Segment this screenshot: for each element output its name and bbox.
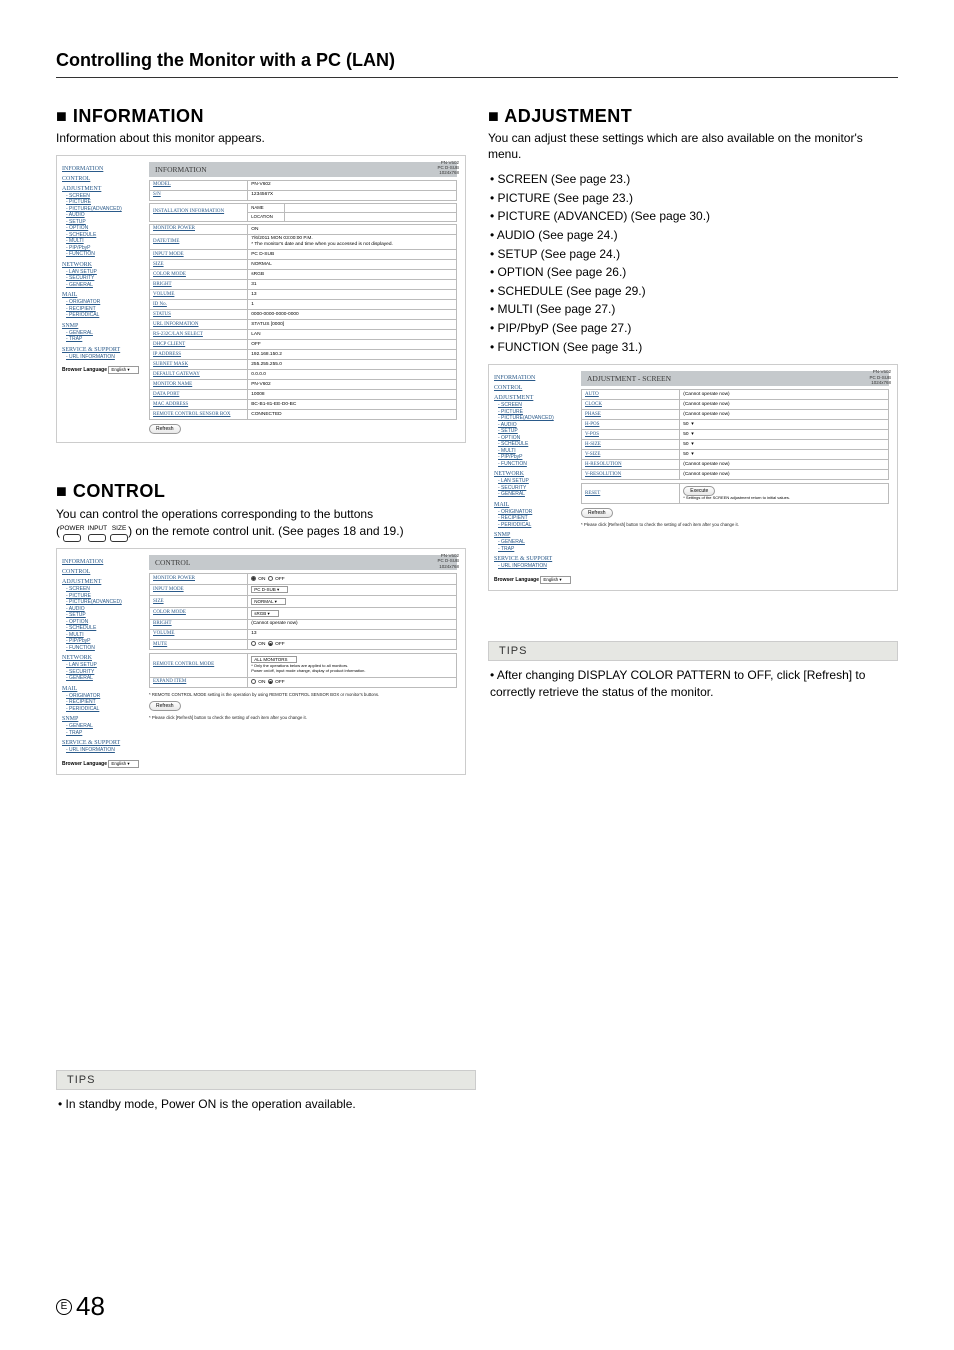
- control-heading: ■ CONTROL: [56, 481, 466, 502]
- sidebar-item[interactable]: MAIL: [62, 292, 140, 298]
- sidebar-item[interactable]: MAIL: [494, 502, 572, 508]
- sidebar-item[interactable]: - FUNCTION: [498, 461, 572, 468]
- control-description: You can control the operations correspon…: [56, 506, 466, 540]
- sidebar-item[interactable]: - TRAP: [66, 336, 140, 343]
- sidebar-item[interactable]: - FUNCTION: [66, 645, 140, 652]
- sidebar-item[interactable]: CONTROL: [62, 569, 140, 575]
- adjustment-bullet: PICTURE (See page 23.): [490, 189, 898, 208]
- page-number: E 48: [56, 1291, 105, 1322]
- panel-title-information: INFORMATION: [149, 162, 457, 177]
- adjustment-bullet: FUNCTION (See page 31.): [490, 338, 898, 357]
- adjustment-heading: ■ ADJUSTMENT: [488, 106, 898, 127]
- sidebar-item[interactable]: INFORMATION: [62, 559, 140, 565]
- page-title: Controlling the Monitor with a PC (LAN): [56, 50, 898, 71]
- sidebar-item[interactable]: SNMP: [494, 532, 572, 538]
- adjustment-bullet: MULTI (See page 27.): [490, 300, 898, 319]
- refresh-button[interactable]: Refresh: [581, 508, 613, 518]
- refresh-button[interactable]: Refresh: [149, 424, 181, 434]
- sidebar-item[interactable]: - PERIODICAL: [66, 706, 140, 713]
- sidebar-item[interactable]: CONTROL: [62, 176, 140, 182]
- tips-label: TIPS: [488, 641, 898, 661]
- sidebar-item[interactable]: - GENERAL: [66, 675, 140, 682]
- sidebar-item[interactable]: - GENERAL: [498, 491, 572, 498]
- sidebar-item[interactable]: INFORMATION: [62, 166, 140, 172]
- sidebar-item[interactable]: - TRAP: [66, 730, 140, 737]
- tips-left: TIPS In standby mode, Power ON is the op…: [56, 1070, 476, 1113]
- sidebar-item[interactable]: SERVICE & SUPPORT: [62, 347, 140, 353]
- sidebar-item[interactable]: SERVICE & SUPPORT: [494, 556, 572, 562]
- sidebar-item[interactable]: ADJUSTMENT: [62, 579, 140, 585]
- tips-right-body: After changing DISPLAY COLOR PATTERN to …: [490, 668, 865, 699]
- sidebar-item[interactable]: SERVICE & SUPPORT: [62, 740, 140, 746]
- sidebar-item[interactable]: NETWORK: [62, 655, 140, 661]
- control-panel: INFORMATIONCONTROLADJUSTMENT- SCREEN- PI…: [56, 548, 466, 775]
- refresh-button[interactable]: Refresh: [149, 701, 181, 711]
- sidebar-item[interactable]: NETWORK: [494, 471, 572, 477]
- panel-title-control: CONTROL: [149, 555, 457, 570]
- information-heading: ■ INFORMATION: [56, 106, 466, 127]
- sidebar-item[interactable]: - FUNCTION: [66, 251, 140, 258]
- sidebar-item[interactable]: CONTROL: [494, 385, 572, 391]
- sidebar-item[interactable]: ADJUSTMENT: [494, 395, 572, 401]
- sidebar-item[interactable]: ADJUSTMENT: [62, 186, 140, 192]
- page-header: Controlling the Monitor with a PC (LAN): [56, 50, 898, 78]
- adjustment-bullet: SETUP (See page 24.): [490, 245, 898, 264]
- panel-title-adjustment: ADJUSTMENT - SCREEN: [581, 371, 889, 386]
- sidebar-item[interactable]: - URL INFORMATION: [66, 747, 140, 754]
- adjustment-bullet: PICTURE (ADVANCED) (See page 30.): [490, 207, 898, 226]
- information-panel: INFORMATIONCONTROLADJUSTMENT- SCREEN- PI…: [56, 155, 466, 444]
- sidebar-item[interactable]: - URL INFORMATION: [498, 563, 572, 570]
- information-sub: Information about this monitor appears.: [56, 131, 466, 147]
- sidebar-item[interactable]: NETWORK: [62, 262, 140, 268]
- remote-buttons-inline: POWER INPUT SIZE: [60, 526, 128, 542]
- sidebar-item[interactable]: - TRAP: [498, 546, 572, 553]
- sidebar-item[interactable]: - GENERAL: [66, 282, 140, 289]
- adjustment-bullet: SCHEDULE (See page 29.): [490, 282, 898, 301]
- adjustment-bullet: AUDIO (See page 24.): [490, 226, 898, 245]
- tips-label: TIPS: [56, 1070, 476, 1090]
- adjustment-sub: You can adjust these settings which are …: [488, 131, 898, 162]
- adjustment-bullet-list: SCREEN (See page 23.)PICTURE (See page 2…: [488, 170, 898, 356]
- adjustment-bullet: OPTION (See page 26.): [490, 263, 898, 282]
- sidebar-item[interactable]: SNMP: [62, 716, 140, 722]
- sidebar-item[interactable]: - URL INFORMATION: [66, 354, 140, 361]
- sidebar-item[interactable]: SNMP: [62, 323, 140, 329]
- tips-right: TIPS After changing DISPLAY COLOR PATTER…: [488, 641, 898, 702]
- sidebar-item[interactable]: - PERIODICAL: [66, 312, 140, 319]
- sidebar-item[interactable]: - PERIODICAL: [498, 522, 572, 529]
- sidebar-item[interactable]: MAIL: [62, 686, 140, 692]
- sidebar-item[interactable]: INFORMATION: [494, 375, 572, 381]
- adjustment-bullet: PIP/PbyP (See page 27.): [490, 319, 898, 338]
- tips-left-body: In standby mode, Power ON is the operati…: [58, 1097, 356, 1111]
- adjustment-bullet: SCREEN (See page 23.): [490, 170, 898, 189]
- adjustment-panel: INFORMATIONCONTROLADJUSTMENT- SCREEN- PI…: [488, 364, 898, 591]
